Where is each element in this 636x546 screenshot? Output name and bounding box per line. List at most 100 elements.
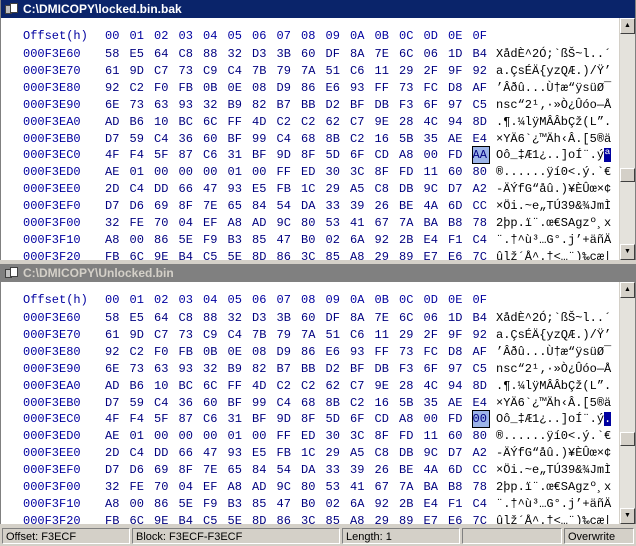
- hex-byte[interactable]: C5: [203, 513, 219, 524]
- title-bar-top[interactable]: C:\DMICOPY\locked.bin.bak: [1, 0, 635, 18]
- hex-byte[interactable]: 32: [228, 46, 244, 62]
- hex-byte[interactable]: 63: [154, 361, 170, 377]
- hex-byte[interactable]: 9E: [375, 114, 391, 130]
- hex-byte[interactable]: 8D: [252, 513, 268, 524]
- hex-byte[interactable]: C6: [203, 147, 219, 163]
- hex-byte[interactable]: 7A: [399, 479, 415, 495]
- hex-byte[interactable]: 0B: [203, 80, 219, 96]
- hex-byte[interactable]: EF: [203, 479, 219, 495]
- hex-byte[interactable]: F1: [448, 232, 464, 248]
- hex-byte[interactable]: 80: [301, 215, 317, 231]
- hex-byte[interactable]: 7B: [252, 63, 268, 79]
- hex-byte[interactable]: AE: [448, 395, 464, 411]
- hex-byte[interactable]: 60: [301, 310, 317, 326]
- hex-byte[interactable]: BA: [424, 479, 440, 495]
- hex-byte[interactable]: 3B: [277, 310, 293, 326]
- hex-byte[interactable]: B3: [228, 496, 244, 512]
- ascii-text[interactable]: ûlž´Å^.†<…¨)‰çæ|: [496, 249, 611, 260]
- hex-byte[interactable]: 4A: [424, 198, 440, 214]
- hex-byte[interactable]: 6C: [203, 114, 219, 130]
- hex-byte[interactable]: 6C: [399, 310, 415, 326]
- hex-byte[interactable]: 33: [326, 198, 342, 214]
- hex-byte[interactable]: DB: [375, 97, 391, 113]
- hex-byte[interactable]: BF: [228, 395, 244, 411]
- hex-byte[interactable]: E4: [424, 232, 440, 248]
- hex-byte[interactable]: 65: [228, 462, 244, 478]
- ascii-text[interactable]: a.ÇsÉÄ{yzQÆ.)/Ÿ’: [496, 63, 611, 79]
- hex-byte[interactable]: 33: [326, 462, 342, 478]
- hex-byte[interactable]: 6F: [424, 97, 440, 113]
- hex-byte[interactable]: 3C: [301, 513, 317, 524]
- hex-byte[interactable]: 41: [350, 215, 366, 231]
- hex-byte[interactable]: E4: [473, 395, 489, 411]
- hex-byte[interactable]: 29: [399, 63, 415, 79]
- hex-byte[interactable]: A5: [350, 445, 366, 461]
- hex-byte[interactable]: 16: [375, 131, 391, 147]
- hex-byte[interactable]: E6: [326, 344, 342, 360]
- hex-byte[interactable]: 04: [179, 215, 195, 231]
- hex-byte[interactable]: DD: [154, 445, 170, 461]
- ascii-text[interactable]: ’Âðû...Ù†æ“ÿsüØ¯: [496, 344, 611, 360]
- hex-byte[interactable]: E7: [424, 513, 440, 524]
- hex-byte[interactable]: 41: [350, 479, 366, 495]
- hex-byte[interactable]: 00: [252, 428, 268, 444]
- hex-byte[interactable]: B4: [473, 310, 489, 326]
- hex-byte[interactable]: 6C: [130, 513, 146, 524]
- hex-byte[interactable]: 00: [154, 164, 170, 180]
- hex-byte[interactable]: FF: [228, 378, 244, 394]
- hex-byte[interactable]: 6F: [350, 147, 366, 163]
- hex-byte[interactable]: E5: [252, 445, 268, 461]
- hex-byte[interactable]: 88: [203, 46, 219, 62]
- hex-byte[interactable]: AE: [105, 164, 121, 180]
- hex-byte[interactable]: E5: [130, 46, 146, 62]
- hex-byte[interactable]: 64: [154, 310, 170, 326]
- hex-byte[interactable]: 69: [154, 462, 170, 478]
- hex-byte[interactable]: A8: [399, 147, 415, 163]
- hex-byte[interactable]: 31: [228, 147, 244, 163]
- ascii-text[interactable]: ¨.†^ù³…G°.j’+äñÄ: [496, 232, 611, 248]
- hex-byte[interactable]: FD: [448, 411, 464, 427]
- hex-byte[interactable]: C4: [154, 131, 170, 147]
- ascii-text[interactable]: ®......ÿí0<.ý.`€: [496, 164, 611, 180]
- hex-byte[interactable]: 9C: [277, 479, 293, 495]
- hex-byte[interactable]: 5E: [179, 496, 195, 512]
- hex-byte[interactable]: 5F: [154, 147, 170, 163]
- hex-byte[interactable]: 51: [326, 63, 342, 79]
- ascii-text[interactable]: -ÄÝfG“åû.)¥ÈÛœ×¢: [496, 445, 611, 461]
- hex-byte[interactable]: C8: [375, 445, 391, 461]
- hex-byte[interactable]: 53: [326, 215, 342, 231]
- hex-byte[interactable]: DF: [326, 46, 342, 62]
- hex-byte[interactable]: 00: [203, 164, 219, 180]
- hex-byte[interactable]: D2: [326, 361, 342, 377]
- hex-byte[interactable]: 4A: [424, 462, 440, 478]
- hex-byte[interactable]: 68: [301, 395, 317, 411]
- hex-byte[interactable]: 58: [105, 310, 121, 326]
- hex-byte[interactable]: AD: [105, 114, 121, 130]
- ascii-text[interactable]: ®......ÿí0<.ý.`€: [496, 428, 611, 444]
- hex-byte[interactable]: 8D: [473, 114, 489, 130]
- hex-byte[interactable]: 16: [375, 395, 391, 411]
- hex-byte[interactable]: 86: [301, 344, 317, 360]
- hex-byte[interactable]: FB: [105, 249, 121, 260]
- hex-byte[interactable]: AF: [473, 80, 489, 96]
- hex-byte[interactable]: FB: [179, 80, 195, 96]
- hex-byte[interactable]: D2: [326, 97, 342, 113]
- hex-byte[interactable]: AD: [252, 479, 268, 495]
- hex-byte[interactable]: 3B: [277, 46, 293, 62]
- hex-byte[interactable]: 53: [326, 479, 342, 495]
- hex-byte[interactable]: AE: [105, 428, 121, 444]
- hex-byte[interactable]: AD: [252, 215, 268, 231]
- hex-byte[interactable]: BB: [301, 361, 317, 377]
- hex-byte[interactable]: 5D: [326, 411, 342, 427]
- hex-byte[interactable]: F9: [203, 496, 219, 512]
- hex-byte[interactable]: A5: [350, 181, 366, 197]
- hex-byte[interactable]: 85: [252, 232, 268, 248]
- hex-byte[interactable]: BC: [179, 378, 195, 394]
- hex-byte[interactable]: 92: [473, 327, 489, 343]
- hex-byte[interactable]: E6: [326, 80, 342, 96]
- hex-byte[interactable]: 80: [301, 479, 317, 495]
- hex-byte[interactable]: C2: [301, 378, 317, 394]
- hex-byte[interactable]: 39: [350, 198, 366, 214]
- hex-byte[interactable]: AD: [105, 378, 121, 394]
- hex-byte[interactable]: 3C: [350, 428, 366, 444]
